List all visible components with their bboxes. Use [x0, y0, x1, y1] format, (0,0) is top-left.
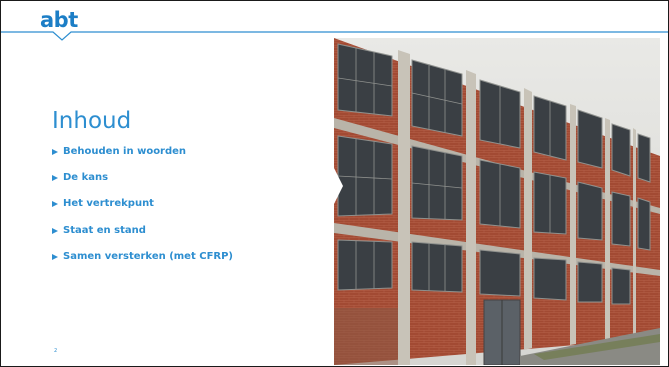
agenda-item-label: De kans	[63, 172, 109, 184]
agenda-item-label: Het vertrekpunt	[63, 198, 154, 210]
brick-factory-building-icon	[334, 38, 660, 365]
bullet-triangle-icon	[52, 149, 58, 155]
factory-photo	[334, 38, 660, 365]
page-number: 2	[54, 348, 58, 354]
photo-notch	[334, 168, 343, 204]
bullet-triangle-icon	[52, 253, 58, 260]
bullet-triangle-icon	[52, 201, 58, 208]
agenda-item-label: Staat en stand	[63, 224, 146, 236]
agenda-list: Behouden in woorden De kans Het vertrekp…	[52, 146, 233, 277]
bullet-triangle-icon	[52, 175, 58, 182]
agenda-item: Staat en stand	[52, 225, 233, 251]
agenda-item-label: Samen versterken (met CFRP)	[63, 250, 233, 262]
agenda-item-label: Behouden in woorden	[63, 146, 187, 157]
slide: abt Inhoud Behouden in woorden De kans H…	[0, 0, 669, 367]
slide-title: Inhoud	[52, 108, 132, 134]
agenda-item: De kans	[52, 172, 233, 198]
agenda-item: Het vertrekpunt	[52, 198, 233, 224]
abt-logo: abt	[40, 8, 78, 32]
agenda-item: Behouden in woorden	[52, 146, 233, 172]
agenda-item: Samen versterken (met CFRP)	[52, 251, 233, 277]
bullet-triangle-icon	[52, 227, 58, 234]
